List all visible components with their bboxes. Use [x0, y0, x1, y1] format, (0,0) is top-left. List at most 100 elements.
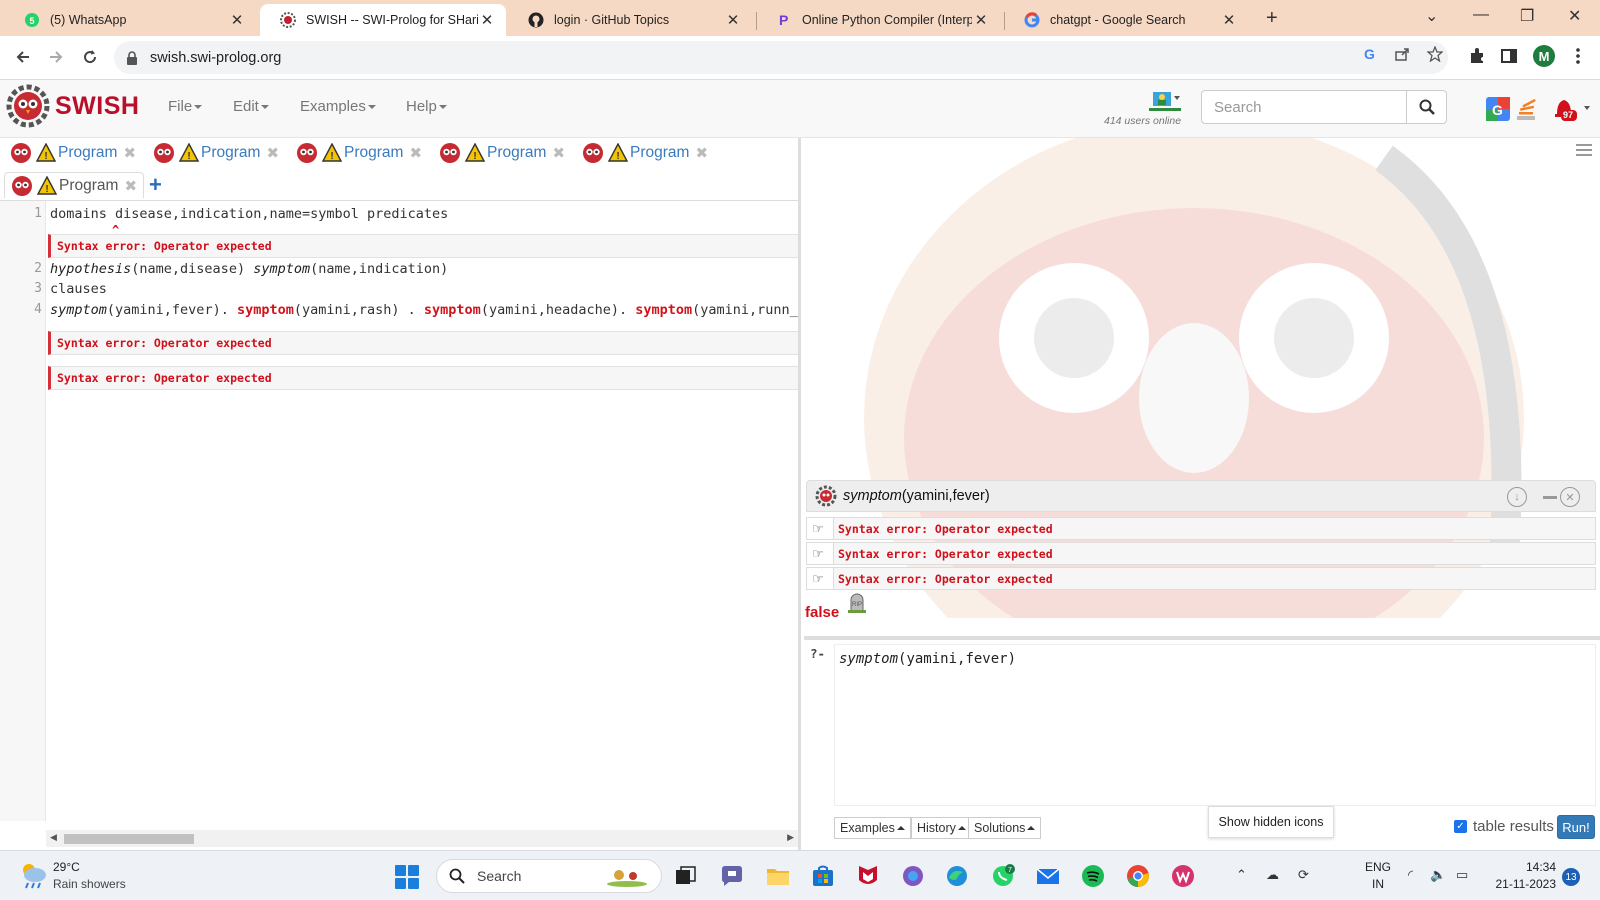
- kebab-menu-icon[interactable]: [1568, 46, 1588, 66]
- mail-icon[interactable]: [1035, 863, 1061, 889]
- tab-swish[interactable]: SWISH -- SWI-Prolog for SHarin ✕: [260, 4, 506, 36]
- teams-chat-icon[interactable]: [719, 863, 745, 889]
- microsoft-store-icon[interactable]: [810, 863, 836, 889]
- download-icon[interactable]: ↓: [1507, 487, 1527, 507]
- close-icon[interactable]: ✕: [972, 11, 990, 29]
- pointing-hand-icon[interactable]: ☞: [807, 571, 829, 587]
- solutions-button[interactable]: Solutions: [968, 817, 1042, 839]
- minimize-button[interactable]: —: [1473, 6, 1489, 24]
- chrome-icon[interactable]: [1125, 863, 1151, 889]
- close-window-button[interactable]: ✕: [1568, 6, 1581, 26]
- history-button[interactable]: History: [911, 817, 972, 839]
- menu-edit[interactable]: Edit: [233, 98, 269, 115]
- onedrive-icon[interactable]: ☁: [1266, 867, 1279, 883]
- search-input[interactable]: Search: [1201, 90, 1407, 124]
- chevron-up-icon[interactable]: ⌃: [1236, 867, 1247, 883]
- menu-lines-icon[interactable]: [1576, 144, 1592, 158]
- close-icon[interactable]: ✖: [266, 144, 279, 162]
- copilot-icon[interactable]: [900, 863, 926, 889]
- close-icon[interactable]: ✕: [228, 11, 246, 29]
- table-results-toggle[interactable]: ✓ table results: [1454, 818, 1554, 835]
- swish-logo-icon[interactable]: [6, 84, 50, 128]
- taskbar-search[interactable]: Search: [436, 859, 662, 893]
- menu-help[interactable]: Help: [406, 98, 447, 115]
- swish-owl-icon: [297, 143, 317, 163]
- tab-whatsapp[interactable]: 5 (5) WhatsApp ✕: [4, 4, 256, 36]
- scroll-right-icon[interactable]: ▶: [787, 832, 794, 843]
- tab-github[interactable]: login · GitHub Topics ✕: [508, 4, 752, 36]
- close-icon[interactable]: ✖: [123, 144, 136, 162]
- program-tab[interactable]: ! Program ✖: [439, 140, 565, 166]
- menu-examples[interactable]: Examples: [300, 98, 376, 115]
- code-editor[interactable]: domains disease,indication,name=symbol p…: [46, 201, 798, 821]
- windows-start-icon[interactable]: [395, 865, 419, 889]
- close-icon[interactable]: ✕: [1220, 11, 1238, 29]
- answer-error: Syntax error: Operator expected: [833, 518, 1595, 539]
- tab-title: chatgpt - Google Search: [1050, 13, 1186, 27]
- mcafee-icon[interactable]: [855, 863, 881, 889]
- rain-cloud-icon[interactable]: [18, 861, 48, 889]
- program-tab[interactable]: ! Program ✖: [296, 140, 422, 166]
- wifi-icon[interactable]: ◜: [1408, 867, 1413, 883]
- extensions-puzzle-icon[interactable]: [1467, 46, 1487, 66]
- add-tab-button[interactable]: +: [149, 172, 162, 198]
- close-icon[interactable]: ✖: [124, 177, 137, 195]
- minimize-icon[interactable]: [1543, 496, 1557, 499]
- horizontal-scrollbar[interactable]: ◀ ▶: [46, 830, 798, 847]
- pointing-hand-icon[interactable]: ☞: [807, 546, 829, 562]
- stackoverflow-icon[interactable]: [1514, 96, 1540, 122]
- scroll-left-icon[interactable]: ◀: [50, 832, 57, 843]
- side-panel-icon[interactable]: [1499, 46, 1519, 66]
- run-button[interactable]: Run!: [1557, 815, 1595, 839]
- clock[interactable]: 14:34 21-11-2023: [1490, 859, 1557, 893]
- program-tab[interactable]: ! Program ✖: [10, 140, 136, 166]
- edge-icon[interactable]: [944, 863, 970, 889]
- task-view-icon[interactable]: [673, 863, 699, 889]
- battery-icon[interactable]: ▭: [1456, 867, 1468, 883]
- spotify-icon[interactable]: [1080, 863, 1106, 889]
- file-explorer-icon[interactable]: [765, 863, 791, 889]
- close-icon[interactable]: ✖: [552, 144, 565, 162]
- whatsapp-icon[interactable]: 7: [990, 863, 1016, 889]
- tab-google-search[interactable]: chatgpt - Google Search ✕: [1004, 4, 1248, 36]
- back-icon[interactable]: [10, 44, 36, 70]
- warning-icon: !: [465, 143, 485, 162]
- reload-icon[interactable]: [77, 44, 103, 70]
- address-bar[interactable]: swish.swi-prolog.org: [114, 41, 1448, 74]
- forward-icon[interactable]: [43, 44, 69, 70]
- tab-search-chevron-icon[interactable]: ⌄: [1425, 6, 1438, 26]
- tab-python-compiler[interactable]: P Online Python Compiler (Interpr ✕: [756, 4, 1000, 36]
- program-tab-label: Program: [58, 144, 118, 161]
- close-icon[interactable]: ✖: [409, 144, 422, 162]
- program-tab[interactable]: ! Program ✖: [582, 140, 708, 166]
- program-tab[interactable]: ! Program ✖: [153, 140, 279, 166]
- sync-icon[interactable]: ⟳: [1298, 867, 1309, 883]
- notifications-bell-icon[interactable]: 97: [1552, 94, 1592, 121]
- examples-button[interactable]: Examples: [834, 817, 911, 839]
- restore-button[interactable]: ❐: [1520, 6, 1534, 26]
- close-icon[interactable]: ✕: [478, 11, 496, 29]
- notification-count-badge[interactable]: 13: [1562, 868, 1580, 886]
- profile-avatar[interactable]: M: [1533, 45, 1555, 67]
- query-input[interactable]: symptom(yamini,fever): [834, 644, 1596, 806]
- close-icon[interactable]: ✖: [695, 144, 708, 162]
- share-icon[interactable]: [1393, 45, 1411, 63]
- answer-error: Syntax error: Operator expected: [833, 543, 1595, 564]
- swish-brand[interactable]: SWISH: [55, 92, 139, 121]
- language-indicator[interactable]: ENG IN: [1365, 859, 1391, 893]
- bookmark-star-icon[interactable]: [1426, 45, 1444, 63]
- pointing-hand-icon[interactable]: ☞: [807, 521, 829, 537]
- close-icon[interactable]: ✕: [724, 11, 742, 29]
- search-button[interactable]: [1407, 90, 1447, 124]
- google-login-icon[interactable]: G: [1485, 96, 1511, 122]
- checkbox-checked-icon[interactable]: ✓: [1454, 820, 1467, 833]
- users-online-icon[interactable]: [1149, 90, 1181, 112]
- program-tab-active[interactable]: ! Program ✖: [4, 172, 145, 198]
- volume-icon[interactable]: 🔈: [1430, 867, 1446, 883]
- menu-file[interactable]: File: [168, 98, 203, 115]
- photo-editor-icon[interactable]: [1170, 863, 1196, 889]
- scrollbar-thumb[interactable]: [64, 834, 194, 844]
- new-tab-button[interactable]: +: [1266, 7, 1278, 30]
- close-icon[interactable]: ✕: [1560, 487, 1580, 507]
- google-lens-icon[interactable]: G: [1361, 45, 1379, 63]
